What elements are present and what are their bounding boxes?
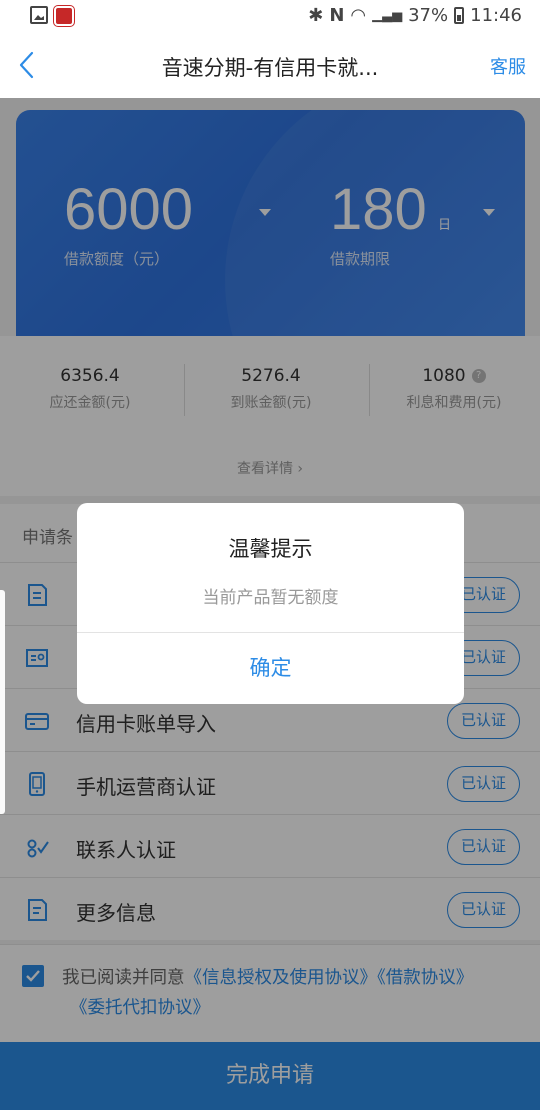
page-title: 音速分期-有信用卡就... — [161, 56, 379, 80]
dialog-message: 当前产品暂无额度 — [202, 588, 339, 608]
customer-service-button[interactable]: 客服 — [490, 53, 526, 79]
dialog-title: 温馨提示 — [228, 537, 313, 561]
wifi-icon: ◠ — [350, 5, 367, 26]
alert-dialog: 温馨提示 当前产品暂无额度 确定 — [77, 503, 464, 704]
side-handle[interactable] — [0, 590, 5, 814]
confirm-button[interactable]: 确定 — [77, 633, 464, 704]
clock: 11:46 — [470, 5, 522, 26]
app-notification-icon — [54, 6, 74, 26]
nav-bar: 音速分期-有信用卡就... 客服 — [0, 32, 540, 98]
signal-icon: ▁▃▅ — [372, 8, 403, 23]
battery-percent: 37% — [408, 5, 449, 26]
status-indicators: ✱ N ◠ ▁▃▅ 37% 11:46 — [308, 5, 522, 26]
nfc-icon: N — [329, 5, 345, 26]
image-notification-icon — [30, 6, 48, 24]
battery-icon — [454, 7, 465, 24]
status-bar: ✱ N ◠ ▁▃▅ 37% 11:46 — [0, 0, 540, 32]
status-notifications — [30, 6, 74, 26]
bluetooth-icon: ✱ — [308, 5, 324, 26]
